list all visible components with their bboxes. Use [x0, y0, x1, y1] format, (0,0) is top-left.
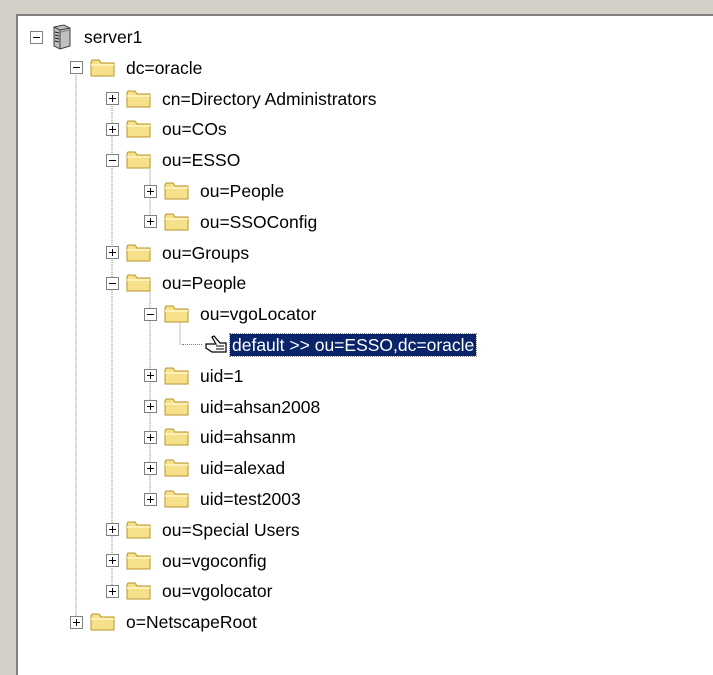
- folder-icon: [164, 366, 190, 386]
- tree-node-dc-oracle[interactable]: dc=oracle: [70, 53, 204, 83]
- expand-toggle-icon[interactable]: [144, 492, 157, 506]
- tree-node-label: dc=oracle: [126, 57, 203, 78]
- tree-node-label: ou=Special Users: [162, 519, 300, 540]
- folder-icon: [164, 427, 190, 447]
- expand-toggle-icon[interactable]: [144, 461, 157, 475]
- expand-toggle-icon[interactable]: [144, 369, 157, 383]
- tree-node-label: ou=vgoLocator: [200, 304, 317, 325]
- tree-node-uid-alexad[interactable]: uid=alexad: [144, 453, 287, 483]
- folder-icon: [126, 551, 152, 571]
- tree-node-label: uid=ahsanm: [200, 427, 296, 448]
- tree-connector-line: [182, 344, 202, 346]
- tree-node-ou-cos[interactable]: ou=COs: [106, 114, 229, 144]
- expand-toggle-icon[interactable]: [106, 92, 119, 106]
- tree-node-label: ou=COs: [162, 119, 227, 140]
- expand-toggle-icon[interactable]: [106, 584, 119, 598]
- tree-node-label: ou=SSOConfig: [200, 211, 318, 232]
- folder-icon: [126, 119, 152, 139]
- expand-toggle-icon[interactable]: [144, 400, 157, 414]
- expand-toggle-icon[interactable]: [106, 246, 119, 260]
- folder-icon: [90, 58, 116, 78]
- folder-icon: [164, 181, 190, 201]
- tree-node-label: o=NetscapeRoot: [126, 612, 257, 633]
- tree-node-label: default >> ou=ESSO,dc=oracle: [228, 333, 478, 357]
- tree-node-label: ou=ESSO: [162, 150, 241, 171]
- tree-node-uid-1[interactable]: uid=1: [144, 361, 245, 391]
- collapse-toggle-icon[interactable]: [106, 276, 119, 290]
- folder-icon: [90, 612, 116, 632]
- tree-node-o-netscaperoot[interactable]: o=NetscapeRoot: [70, 607, 259, 637]
- collapse-toggle-icon[interactable]: [144, 307, 157, 321]
- tree-node-ou-people[interactable]: ou=People: [144, 176, 286, 206]
- tree-node-ou-vgolocator[interactable]: ou=vgolocator: [106, 576, 274, 606]
- tree-node-server1[interactable]: server1: [30, 22, 144, 52]
- folder-icon: [164, 212, 190, 232]
- folder-icon: [164, 458, 190, 478]
- expand-toggle-icon[interactable]: [106, 523, 119, 537]
- tree-node-cn-directory-administrators[interactable]: cn=Directory Administrators: [106, 84, 378, 114]
- folder-icon: [164, 304, 190, 324]
- tree-node-label: ou=People: [200, 181, 285, 201]
- folder-icon: [126, 150, 152, 170]
- expand-toggle-icon[interactable]: [70, 615, 83, 629]
- collapse-toggle-icon[interactable]: [30, 30, 43, 44]
- tree-node-ou-vgoconfig[interactable]: ou=vgoconfig: [106, 546, 269, 576]
- tree-node-ou-special-users[interactable]: ou=Special Users: [106, 515, 302, 545]
- folder-icon: [126, 273, 152, 293]
- tree-node-uid-test2003[interactable]: uid=test2003: [144, 484, 303, 514]
- folder-icon: [164, 489, 190, 509]
- tree-node-uid-ahsan2008[interactable]: uid=ahsan2008: [144, 392, 322, 422]
- expand-toggle-icon[interactable]: [106, 554, 119, 568]
- tree-node-label: ou=People: [162, 273, 247, 294]
- tree-node-label: uid=1: [200, 365, 244, 386]
- collapse-toggle-icon[interactable]: [106, 153, 119, 167]
- tree-node-uid-ahsanm[interactable]: uid=ahsanm: [144, 422, 298, 452]
- tree-node-label: cn=Directory Administrators: [162, 88, 377, 109]
- tree-node-ou-vgolocator[interactable]: ou=vgoLocator: [144, 299, 318, 329]
- tree-node-label: ou=vgolocator: [162, 581, 273, 602]
- expand-toggle-icon[interactable]: [144, 430, 157, 444]
- tree-node-ou-esso[interactable]: ou=ESSO: [106, 145, 242, 175]
- tree-node-label: ou=vgoconfig: [162, 550, 267, 571]
- collapse-toggle-icon[interactable]: [70, 61, 83, 75]
- hand-pointer-icon: [204, 334, 228, 356]
- tree-node-ou-groups[interactable]: ou=Groups: [106, 238, 251, 268]
- expand-toggle-icon[interactable]: [106, 122, 119, 136]
- tree-node-ou-ssoconfig[interactable]: ou=SSOConfig: [144, 207, 319, 237]
- tree-node-label: ou=Groups: [162, 242, 250, 263]
- tree-node-default-ou-esso-dc-oracle[interactable]: default >> ou=ESSO,dc=oracle: [182, 330, 478, 360]
- tree-node-label: uid=ahsan2008: [200, 396, 321, 417]
- folder-icon: [126, 243, 152, 263]
- directory-tree-panel[interactable]: server1 dc=oracle cn=Directory Administrat…: [16, 14, 713, 675]
- tree-node-label: server1: [84, 27, 143, 47]
- tree-node-label: uid=test2003: [200, 489, 301, 509]
- folder-icon: [126, 520, 152, 540]
- expand-toggle-icon[interactable]: [144, 184, 157, 198]
- server-icon: [50, 24, 72, 50]
- tree-node-ou-people[interactable]: ou=People: [106, 268, 248, 298]
- tree-node-label: uid=alexad: [200, 458, 286, 479]
- folder-icon: [164, 397, 190, 417]
- directory-tree: server1 dc=oracle cn=Directory Administrat…: [18, 16, 713, 675]
- folder-icon: [126, 581, 152, 601]
- expand-toggle-icon[interactable]: [144, 215, 157, 229]
- folder-icon: [126, 89, 152, 109]
